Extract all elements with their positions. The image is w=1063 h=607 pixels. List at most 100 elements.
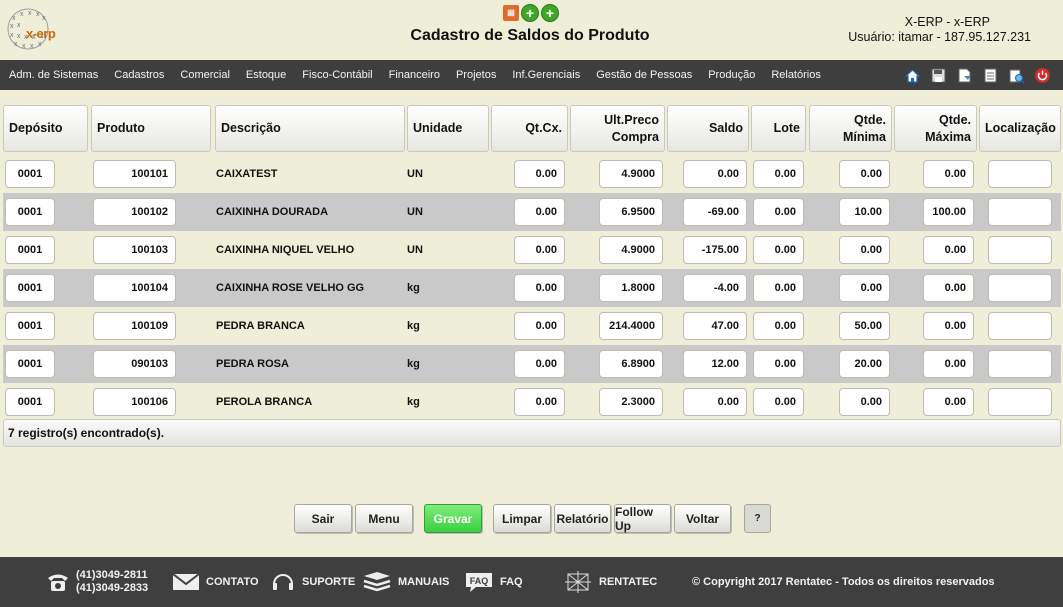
- col-header-qtcx[interactable]: Qt.Cx.: [491, 105, 568, 152]
- lote-field[interactable]: 0.00: [753, 160, 804, 188]
- power-icon[interactable]: [1034, 66, 1051, 84]
- col-header-localizacao[interactable]: Localização: [979, 105, 1061, 152]
- saldo-field[interactable]: -175.00: [683, 236, 747, 264]
- preco-field[interactable]: 6.8900: [599, 350, 663, 378]
- qtde-maxima-field[interactable]: 100.00: [923, 198, 974, 226]
- preco-field[interactable]: 2.3000: [599, 388, 663, 416]
- preco-field[interactable]: 6.9500: [599, 198, 663, 226]
- produto-field[interactable]: 100102: [93, 198, 176, 226]
- menu-item-comercial[interactable]: Comercial: [180, 69, 230, 81]
- preco-field[interactable]: 4.9000: [599, 160, 663, 188]
- menu-item-estoque[interactable]: Estoque: [246, 69, 286, 81]
- limpar-button[interactable]: Limpar: [493, 504, 551, 533]
- menu-item-inf-gerenciais[interactable]: Inf.Gerenciais: [512, 69, 580, 81]
- qtde-minima-field[interactable]: 0.00: [839, 388, 890, 416]
- lote-field[interactable]: 0.00: [753, 198, 804, 226]
- help-button[interactable]: ?: [744, 504, 771, 533]
- deposito-field[interactable]: 0001: [5, 388, 55, 416]
- qtde-minima-field[interactable]: 50.00: [839, 312, 890, 340]
- qtcx-field[interactable]: 0.00: [514, 388, 565, 416]
- localizacao-field[interactable]: [988, 236, 1052, 264]
- qtde-maxima-field[interactable]: 0.00: [923, 236, 974, 264]
- qtde-minima-field[interactable]: 0.00: [839, 160, 890, 188]
- document-icon[interactable]: [956, 66, 973, 84]
- qtde-maxima-field[interactable]: 0.00: [923, 160, 974, 188]
- list-icon[interactable]: [982, 66, 999, 84]
- col-header-ult-preco[interactable]: Ult.Preco Compra: [570, 105, 665, 152]
- menu-item-gestao-pessoas[interactable]: Gestão de Pessoas: [596, 69, 692, 81]
- saldo-field[interactable]: 47.00: [683, 312, 747, 340]
- menu-item-fisco-contabil[interactable]: Fisco-Contábil: [302, 69, 372, 81]
- deposito-field[interactable]: 0001: [5, 350, 55, 378]
- menu-button[interactable]: Menu: [355, 504, 413, 533]
- saldo-field[interactable]: 12.00: [683, 350, 747, 378]
- lote-field[interactable]: 0.00: [753, 312, 804, 340]
- manuais-link[interactable]: MANUAIS: [362, 557, 449, 607]
- qtcx-field[interactable]: 0.00: [514, 236, 565, 264]
- localizacao-field[interactable]: [988, 388, 1052, 416]
- produto-field[interactable]: 100104: [93, 274, 176, 302]
- produto-field[interactable]: 100106: [93, 388, 176, 416]
- sair-button[interactable]: Sair: [294, 504, 352, 533]
- suporte-link[interactable]: SUPORTE: [270, 557, 355, 607]
- lote-field[interactable]: 0.00: [753, 388, 804, 416]
- lote-field[interactable]: 0.00: [753, 274, 804, 302]
- qtcx-field[interactable]: 0.00: [514, 312, 565, 340]
- qtcx-field[interactable]: 0.00: [514, 160, 565, 188]
- localizacao-field[interactable]: [988, 198, 1052, 226]
- follow-up-button[interactable]: Follow Up: [614, 504, 671, 533]
- col-header-deposito[interactable]: Depósito: [3, 105, 88, 152]
- preco-field[interactable]: 214.4000: [599, 312, 663, 340]
- col-header-descricao[interactable]: Descrição: [215, 105, 405, 152]
- localizacao-field[interactable]: [988, 350, 1052, 378]
- saldo-field[interactable]: -69.00: [683, 198, 747, 226]
- produto-field[interactable]: 100109: [93, 312, 176, 340]
- qtde-maxima-field[interactable]: 0.00: [923, 274, 974, 302]
- home-icon[interactable]: [904, 66, 921, 84]
- preco-field[interactable]: 4.9000: [599, 236, 663, 264]
- voltar-button[interactable]: Voltar: [674, 504, 731, 533]
- qtcx-field[interactable]: 0.00: [514, 350, 565, 378]
- qtde-minima-field[interactable]: 0.00: [839, 274, 890, 302]
- qtde-maxima-field[interactable]: 0.00: [923, 388, 974, 416]
- produto-field[interactable]: 100103: [93, 236, 176, 264]
- add-icon[interactable]: +: [521, 4, 539, 22]
- qtcx-field[interactable]: 0.00: [514, 198, 565, 226]
- menu-item-projetos[interactable]: Projetos: [456, 69, 496, 81]
- menu-item-adm-sistemas[interactable]: Adm. de Sistemas: [9, 69, 98, 81]
- menu-item-producao[interactable]: Produção: [708, 69, 755, 81]
- faq-link[interactable]: FAQ FAQ: [464, 557, 523, 607]
- qtde-maxima-field[interactable]: 0.00: [923, 312, 974, 340]
- col-header-qtde-maxima[interactable]: Qtde. Máxima: [894, 105, 977, 152]
- qtde-maxima-field[interactable]: 0.00: [923, 350, 974, 378]
- menu-item-relatorios[interactable]: Relatórios: [771, 69, 821, 81]
- gravar-button[interactable]: Gravar: [424, 504, 482, 533]
- relatorio-button[interactable]: Relatório: [554, 504, 611, 533]
- localizacao-field[interactable]: [988, 160, 1052, 188]
- menu-item-cadastros[interactable]: Cadastros: [114, 69, 164, 81]
- contato-link[interactable]: CONTATO: [172, 557, 259, 607]
- deposito-field[interactable]: 0001: [5, 312, 55, 340]
- add-icon[interactable]: +: [541, 4, 559, 22]
- localizacao-field[interactable]: [988, 274, 1052, 302]
- saldo-field[interactable]: 0.00: [683, 388, 747, 416]
- save-icon[interactable]: [930, 66, 947, 84]
- lote-field[interactable]: 0.00: [753, 350, 804, 378]
- search-icon[interactable]: [1008, 66, 1025, 84]
- deposito-field[interactable]: 0001: [5, 198, 55, 226]
- rentatec-link[interactable]: RENTATEC: [563, 557, 657, 607]
- col-header-qtde-minima[interactable]: Qtde. Mínima: [809, 105, 892, 152]
- deposito-field[interactable]: 0001: [5, 160, 55, 188]
- produto-field[interactable]: 090103: [93, 350, 176, 378]
- qtde-minima-field[interactable]: 10.00: [839, 198, 890, 226]
- deposito-field[interactable]: 0001: [5, 274, 55, 302]
- menu-item-financeiro[interactable]: Financeiro: [389, 69, 440, 81]
- lote-field[interactable]: 0.00: [753, 236, 804, 264]
- col-header-unidade[interactable]: Unidade: [407, 105, 489, 152]
- saldo-field[interactable]: 0.00: [683, 160, 747, 188]
- qtde-minima-field[interactable]: 20.00: [839, 350, 890, 378]
- col-header-produto[interactable]: Produto: [91, 105, 211, 152]
- col-header-lote[interactable]: Lote: [751, 105, 806, 152]
- col-header-saldo[interactable]: Saldo: [667, 105, 749, 152]
- deposito-field[interactable]: 0001: [5, 236, 55, 264]
